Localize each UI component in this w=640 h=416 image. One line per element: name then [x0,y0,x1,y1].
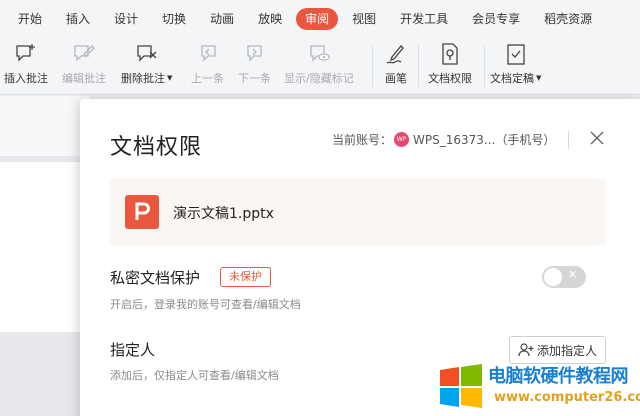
doc-finalize-button[interactable]: 文档定稿 ▼ [490,39,541,91]
watermark-logo: 电脑软硬件教程网 www.computer26.com [438,360,640,416]
prev-comment-icon [196,42,220,66]
doc-finalize-label: 文档定稿 ▼ [490,72,542,85]
tab-developer[interactable]: 开发工具 [390,8,458,30]
insert-comment-button[interactable]: 插入批注 [4,39,48,91]
show-hide-markup-button[interactable]: 显示/隐藏标记 [284,39,354,91]
prev-comment-label: 上一条 [191,72,224,85]
tab-review[interactable]: 审阅 [296,7,339,30]
account-label: 当前账号： [332,133,393,147]
slide-page[interactable] [0,162,90,332]
slide-panel [0,96,90,156]
next-comment-button[interactable]: 下一条 [238,39,271,91]
watermark-url: www.computer26.com [494,390,640,405]
file-name: 演示文稿1.pptx [173,206,274,222]
tab-docer[interactable]: 稻壳资源 [534,8,602,30]
windows-logo-icon [440,364,482,408]
dialog-title: 文档权限 [110,135,203,160]
tab-animation[interactable]: 动画 [200,8,244,30]
private-protection-title: 私密文档保护 [110,269,201,287]
add-designee-label: 添加指定人 [536,343,597,358]
header-divider [568,131,569,149]
delete-comment-button[interactable]: 删除批注 ▼ [121,39,172,91]
doc-permission-label: 文档权限 [428,72,472,85]
pen-icon [384,42,408,66]
doc-permission-icon [438,42,462,66]
delete-comment-label: 删除批注 ▼ [121,72,173,85]
tab-transition[interactable]: 切换 [152,8,196,30]
edit-comment-icon [72,42,96,66]
doc-permission-button[interactable]: 文档权限 [428,39,472,91]
current-account: 当前账号： WP WPS_16373...（手机号） [332,131,555,148]
close-icon: ✕ [568,268,578,281]
show-hide-markup-label: 显示/隐藏标记 [284,72,354,85]
doc-finalize-icon [504,42,528,66]
account-name: WPS_16373...（手机号） [413,133,556,147]
next-comment-label: 下一条 [238,72,271,85]
private-protection-desc: 开启后，登录我的账号可查看/编辑文档 [110,298,301,311]
chevron-down-icon: ▼ [536,74,542,82]
insert-comment-icon [14,42,38,66]
close-icon[interactable] [588,129,606,147]
private-protection-toggle[interactable]: ✕ [542,266,586,288]
toolbar-divider [372,45,373,87]
tab-view[interactable]: 视图 [342,8,386,30]
next-comment-icon [243,42,267,66]
file-card: 演示文稿1.pptx [110,179,606,245]
pen-label: 画笔 [385,72,407,85]
designee-title: 指定人 [110,341,156,359]
ppt-file-icon [125,195,159,229]
ribbon-toolbar: 插入批注 编辑批注 删除批注 ▼ 上一条 下一条 显示/隐藏标记 画笔 文档权限… [0,37,640,95]
ribbon-tabs: 开始 插入 设计 切换 动画 放映 审阅 视图 开发工具 会员专享 稻壳资源 [0,0,640,37]
status-badge: 未保护 [220,267,271,287]
show-markup-icon [307,42,331,66]
tab-insert[interactable]: 插入 [56,8,100,30]
insert-comment-label: 插入批注 [4,72,48,85]
delete-comment-icon [135,42,159,66]
tab-start[interactable]: 开始 [8,8,52,30]
edit-comment-label: 编辑批注 [62,72,106,85]
chevron-down-icon: ▼ [167,74,173,82]
toolbar-divider [418,45,419,87]
tab-slideshow[interactable]: 放映 [248,8,292,30]
tab-member[interactable]: 会员专享 [462,8,530,30]
designee-desc: 添加后，仅指定人可查看/编辑文档 [110,369,279,382]
edit-comment-button[interactable]: 编辑批注 [62,39,106,91]
pen-button[interactable]: 画笔 [384,39,408,91]
prev-comment-button[interactable]: 上一条 [191,39,224,91]
avatar: WP [394,132,410,147]
tab-design[interactable]: 设计 [104,8,148,30]
toggle-knob [544,268,562,286]
add-user-icon [518,343,534,357]
toolbar-divider [484,45,485,87]
watermark-name: 电脑软硬件教程网 [488,366,629,387]
